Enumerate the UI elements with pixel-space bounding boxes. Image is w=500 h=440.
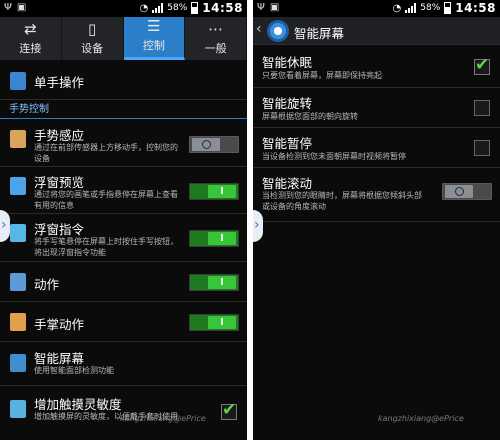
hand-wave-icon [10, 130, 26, 148]
settings-tab-bar: ⇄ 连接 ▯ 设备 ☰ 控制 ⋯ 一般 [0, 17, 247, 60]
watermark: kangzhixiang@ePrice [120, 414, 206, 423]
status-bar: Ψ ▣ ◔ 58% 14:58 [0, 0, 247, 17]
list-item-smart-rotation[interactable]: 智能旋转 屏幕根据您面部的朝向旋转 [253, 88, 500, 128]
wifi-icon: ◔ [139, 2, 149, 14]
tab-connections[interactable]: ⇄ 连接 [0, 17, 62, 60]
list-item-touch-sensitivity[interactable]: 增加触摸灵敏度 增加触摸屏的灵敏度，以便戴手套时使用 [0, 386, 247, 440]
edge-panel-handle[interactable] [253, 210, 263, 242]
signal-icon [405, 3, 417, 13]
list-item-air-gesture[interactable]: 手势感应 通过在前部传感器上方移动手，控制您的设备 [0, 120, 247, 167]
battery-percent: 58% [167, 3, 188, 13]
page-title: 智能屏幕 [294, 26, 345, 41]
smart-scroll-toggle[interactable] [442, 183, 492, 200]
wifi-icon: ◔ [392, 2, 402, 14]
smart-rotation-checkbox[interactable] [474, 100, 490, 116]
status-bar: Ψ ▣ ◔ 58% 14:58 [253, 0, 500, 17]
air-command-toggle[interactable]: I [189, 230, 239, 247]
sliders-icon: ☰ [147, 17, 161, 35]
list-item-smart-screen[interactable]: 智能屏幕 使用智能面部检测功能 [0, 342, 247, 386]
left-screen: Ψ ▣ ◔ 58% 14:58 ⇄ 连接 ▯ 设备 ☰ 控制 ⋯ 一般 单手操作… [0, 0, 247, 440]
smart-pause-checkbox[interactable] [474, 140, 490, 156]
right-screen: Ψ ▣ ◔ 58% 14:58 ‹ 智能屏幕 智能休眠 只要您看着屏幕，屏幕即保… [253, 0, 500, 440]
motion-toggle[interactable]: I [189, 274, 239, 291]
list-item-air-view[interactable]: 浮窗预览 通过将您的画笔或手指悬停在屏幕上查看有用的信息 I [0, 167, 247, 214]
air-view-icon [10, 177, 26, 195]
list-item-palm-motion[interactable]: 手掌动作 I [0, 302, 247, 342]
phone-icon: ▯ [87, 20, 97, 38]
list-item-smart-scroll[interactable]: 智能滚动 当检测到您的眼睛时，屏幕将根据您倾斜头部或设备的角度滚动 [253, 168, 500, 222]
action-bar: ‹ 智能屏幕 [253, 17, 500, 45]
signal-icon [152, 3, 164, 13]
notification-icon: ▣ [269, 2, 280, 13]
usb-icon: Ψ [4, 2, 12, 13]
hand-phone-icon [10, 72, 26, 90]
more-icon: ⋯ [208, 20, 224, 38]
list-item-one-hand[interactable]: 单手操作 [0, 60, 247, 100]
pen-icon [10, 224, 26, 242]
tab-device[interactable]: ▯ 设备 [62, 17, 124, 60]
palm-motion-toggle[interactable]: I [189, 314, 239, 331]
air-view-toggle[interactable]: I [189, 183, 239, 200]
clock: 14:58 [202, 1, 243, 15]
edge-panel-handle[interactable] [0, 210, 10, 242]
palm-icon [10, 313, 26, 331]
touch-icon [10, 400, 26, 418]
smart-stay-checkbox[interactable] [474, 55, 490, 75]
motion-phone-icon [10, 273, 26, 291]
smart-screen-icon [10, 354, 26, 372]
battery-icon [191, 2, 199, 14]
tab-general[interactable]: ⋯ 一般 [185, 17, 247, 60]
swap-icon: ⇄ [24, 20, 37, 38]
battery-icon [444, 2, 452, 14]
watermark: kangzhixiang@ePrice [378, 414, 464, 423]
battery-percent: 58% [420, 3, 441, 13]
list-item-smart-pause[interactable]: 智能暂停 当设备检测到您未面朝屏幕时视频将暂停 [253, 128, 500, 168]
back-icon[interactable]: ‹ [256, 21, 262, 37]
list-item-air-command[interactable]: 浮窗指令 将手写笔悬停在屏幕上时按住手写按钮，将出现浮窗指令功能 I [0, 214, 247, 262]
tab-controls[interactable]: ☰ 控制 [123, 17, 186, 60]
list-item-motion[interactable]: 动作 I [0, 262, 247, 302]
settings-gear-icon [267, 20, 289, 42]
usb-icon: Ψ [257, 2, 265, 13]
section-header-gesture: 手势控制 [0, 101, 247, 119]
touch-sensitivity-checkbox[interactable] [221, 400, 237, 420]
clock: 14:58 [455, 1, 496, 15]
list-item-smart-stay[interactable]: 智能休眠 只要您看着屏幕，屏幕即保持亮起 [253, 46, 500, 88]
notification-icon: ▣ [16, 2, 27, 13]
air-gesture-toggle[interactable] [189, 136, 239, 153]
